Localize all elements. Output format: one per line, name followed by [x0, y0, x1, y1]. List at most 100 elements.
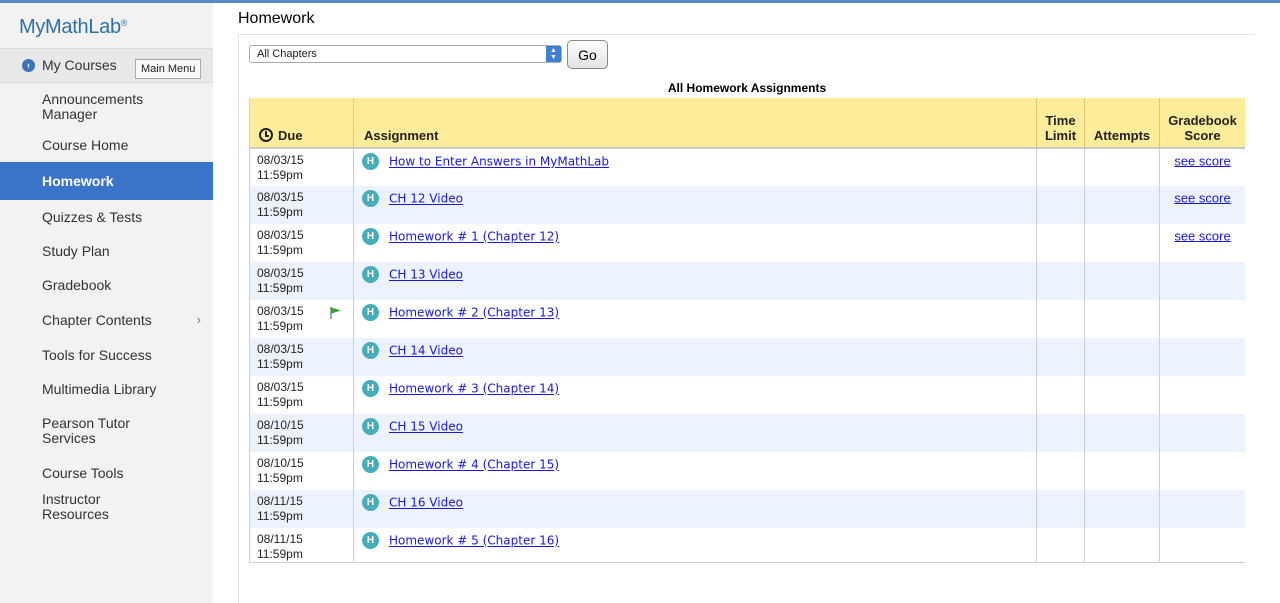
due-date: 08/03/15 [257, 190, 304, 204]
sidebar-item[interactable]: Tools for Success [0, 338, 213, 372]
assignment-cell: H CH 13 Video [353, 262, 1037, 300]
due-time: 11:59pm [257, 168, 303, 182]
my-courses-label: My Courses [42, 57, 117, 73]
assignment-link[interactable]: CH 14 Video [389, 344, 463, 358]
table-row: 08/03/15 11:59pm H CH 14 Video [249, 338, 1245, 376]
sidebar-item-label: Quizzes & Tests [42, 208, 143, 225]
page-title: Homework [238, 10, 315, 27]
column-due[interactable]: Due [249, 98, 354, 149]
assignment-link[interactable]: Homework # 4 (Chapter 15) [389, 458, 559, 472]
column-assignment[interactable]: Assignment [353, 98, 1037, 149]
due-cell: 08/03/15 11:59pm [249, 338, 354, 376]
sidebar-item[interactable]: Course Tools [0, 456, 213, 490]
assignment-cell: H Homework # 2 (Chapter 13) [353, 300, 1037, 338]
score-cell [1159, 262, 1245, 300]
assignment-link[interactable]: Homework # 5 (Chapter 16) [389, 534, 559, 548]
column-time-limit: Time Limit [1036, 98, 1085, 149]
score-cell [1160, 300, 1246, 338]
see-score-link[interactable]: see score [1174, 153, 1230, 168]
homework-badge-icon: H [362, 532, 379, 549]
see-score-link[interactable]: see score [1174, 190, 1230, 205]
table-row: 08/03/15 11:59pm H Homework # 2 (Chapter 13… [249, 300, 1246, 338]
due-cell: 08/03/15 11:59pm [249, 224, 354, 262]
homework-badge-icon: H [362, 380, 379, 397]
homework-badge-icon: H [362, 266, 379, 283]
attempts-cell [1084, 338, 1160, 376]
due-date: 08/10/15 [257, 418, 304, 432]
sidebar-item[interactable]: Pearson Tutor Services [0, 406, 213, 456]
assignment-link[interactable]: Homework # 2 (Chapter 13) [389, 306, 559, 320]
sidebar-item[interactable]: Chapter Contents › [0, 302, 213, 338]
homework-badge-icon: H [362, 228, 379, 245]
attempts-cell [1084, 186, 1160, 224]
time-limit-cell [1036, 224, 1085, 262]
homework-badge-icon: H [362, 153, 379, 170]
sidebar-item-label: Gradebook [42, 276, 112, 293]
sidebar-item-label: Study Plan [42, 242, 110, 259]
time-limit-cell [1036, 528, 1085, 563]
table-row: 08/03/15 11:59pm H How to Enter Answers in … [249, 148, 1246, 186]
assignment-link[interactable]: Homework # 1 (Chapter 12) [389, 230, 559, 244]
due-time: 11:59pm [257, 281, 303, 295]
assignment-link[interactable]: How to Enter Answers in MyMathLab [389, 155, 609, 169]
sidebar-item[interactable]: Gradebook [0, 268, 213, 302]
table-row: 08/11/15 11:59pm H Homework # 5 (Chapter 16… [249, 528, 1245, 563]
attempts-cell [1084, 452, 1160, 490]
sidebar-item[interactable]: Quizzes & Tests [0, 200, 213, 234]
assignment-cell: H Homework # 1 (Chapter 12) [353, 224, 1037, 262]
due-time: 11:59pm [257, 205, 303, 219]
score-cell: see score [1160, 148, 1246, 186]
sidebar-item[interactable]: Study Plan [0, 234, 213, 268]
due-date: 08/10/15 [257, 456, 304, 470]
column-gradebook-score: Gradebook Score [1159, 98, 1245, 149]
assignment-cell: H CH 12 Video [353, 186, 1037, 224]
time-limit-cell [1036, 338, 1085, 376]
attempts-cell [1084, 376, 1160, 414]
time-limit-cell [1036, 262, 1085, 300]
sidebar-item[interactable]: Announcements Manager [0, 85, 213, 128]
attempts-cell [1084, 224, 1160, 262]
assignment-cell: H CH 16 Video [353, 490, 1037, 528]
due-time: 11:59pm [257, 433, 303, 447]
chapter-select[interactable]: All Chapters ▲ ▼ [249, 45, 562, 63]
assignment-cell: H Homework # 3 (Chapter 14) [353, 376, 1037, 414]
brand-logo[interactable]: MyMathLab® [19, 16, 127, 39]
table-body: 08/03/15 11:59pm H How to Enter Answers in … [249, 148, 1246, 563]
due-cell: 08/03/15 11:59pm [249, 186, 354, 224]
see-score-link[interactable]: see score [1174, 228, 1230, 243]
due-time: 11:59pm [257, 509, 303, 523]
due-cell: 08/03/15 11:59pm [249, 262, 354, 300]
table-row: 08/11/15 11:59pm H CH 16 Video [249, 490, 1245, 528]
assignment-cell: H CH 14 Video [353, 338, 1037, 376]
table-row: 08/03/15 11:59pm H CH 12 Video see score [249, 186, 1245, 224]
due-cell: 08/03/15 11:59pm [249, 376, 354, 414]
flag-icon[interactable] [329, 306, 343, 320]
sidebar-item[interactable]: Instructor Resources [0, 490, 213, 524]
chapter-select-value: All Chapters [257, 48, 317, 60]
assignment-link[interactable]: Homework # 3 (Chapter 14) [389, 382, 559, 396]
due-date: 08/03/15 [257, 153, 304, 167]
column-attempts: Attempts [1084, 98, 1160, 149]
brand-logo-mark: ® [120, 18, 128, 28]
due-cell: 08/11/15 11:59pm [249, 528, 354, 563]
time-limit-cell [1036, 376, 1085, 414]
time-limit-cell [1036, 490, 1085, 528]
sidebar-item[interactable]: Course Home [0, 128, 213, 162]
time-limit-cell [1036, 300, 1085, 338]
assignment-link[interactable]: CH 15 Video [389, 420, 463, 434]
time-limit-cell [1036, 148, 1085, 186]
sidebar-item[interactable]: Multimedia Library [0, 372, 213, 406]
score-cell [1159, 414, 1245, 452]
main-menu-tooltip: Main Menu [135, 59, 202, 79]
attempts-cell [1084, 300, 1160, 338]
assignment-link[interactable]: CH 12 Video [389, 192, 463, 206]
select-arrows-icon: ▲ ▼ [546, 46, 561, 62]
homework-badge-icon: H [362, 190, 379, 207]
due-cell: 08/03/15 11:59pm [249, 300, 354, 338]
sidebar-item[interactable]: Homework [0, 162, 213, 200]
assignment-link[interactable]: CH 13 Video [389, 268, 463, 282]
assignment-cell: H How to Enter Answers in MyMathLab [353, 148, 1037, 186]
sidebar-item-label: Homework [42, 172, 114, 189]
assignment-link[interactable]: CH 16 Video [389, 496, 463, 510]
go-button[interactable]: Go [567, 40, 608, 69]
